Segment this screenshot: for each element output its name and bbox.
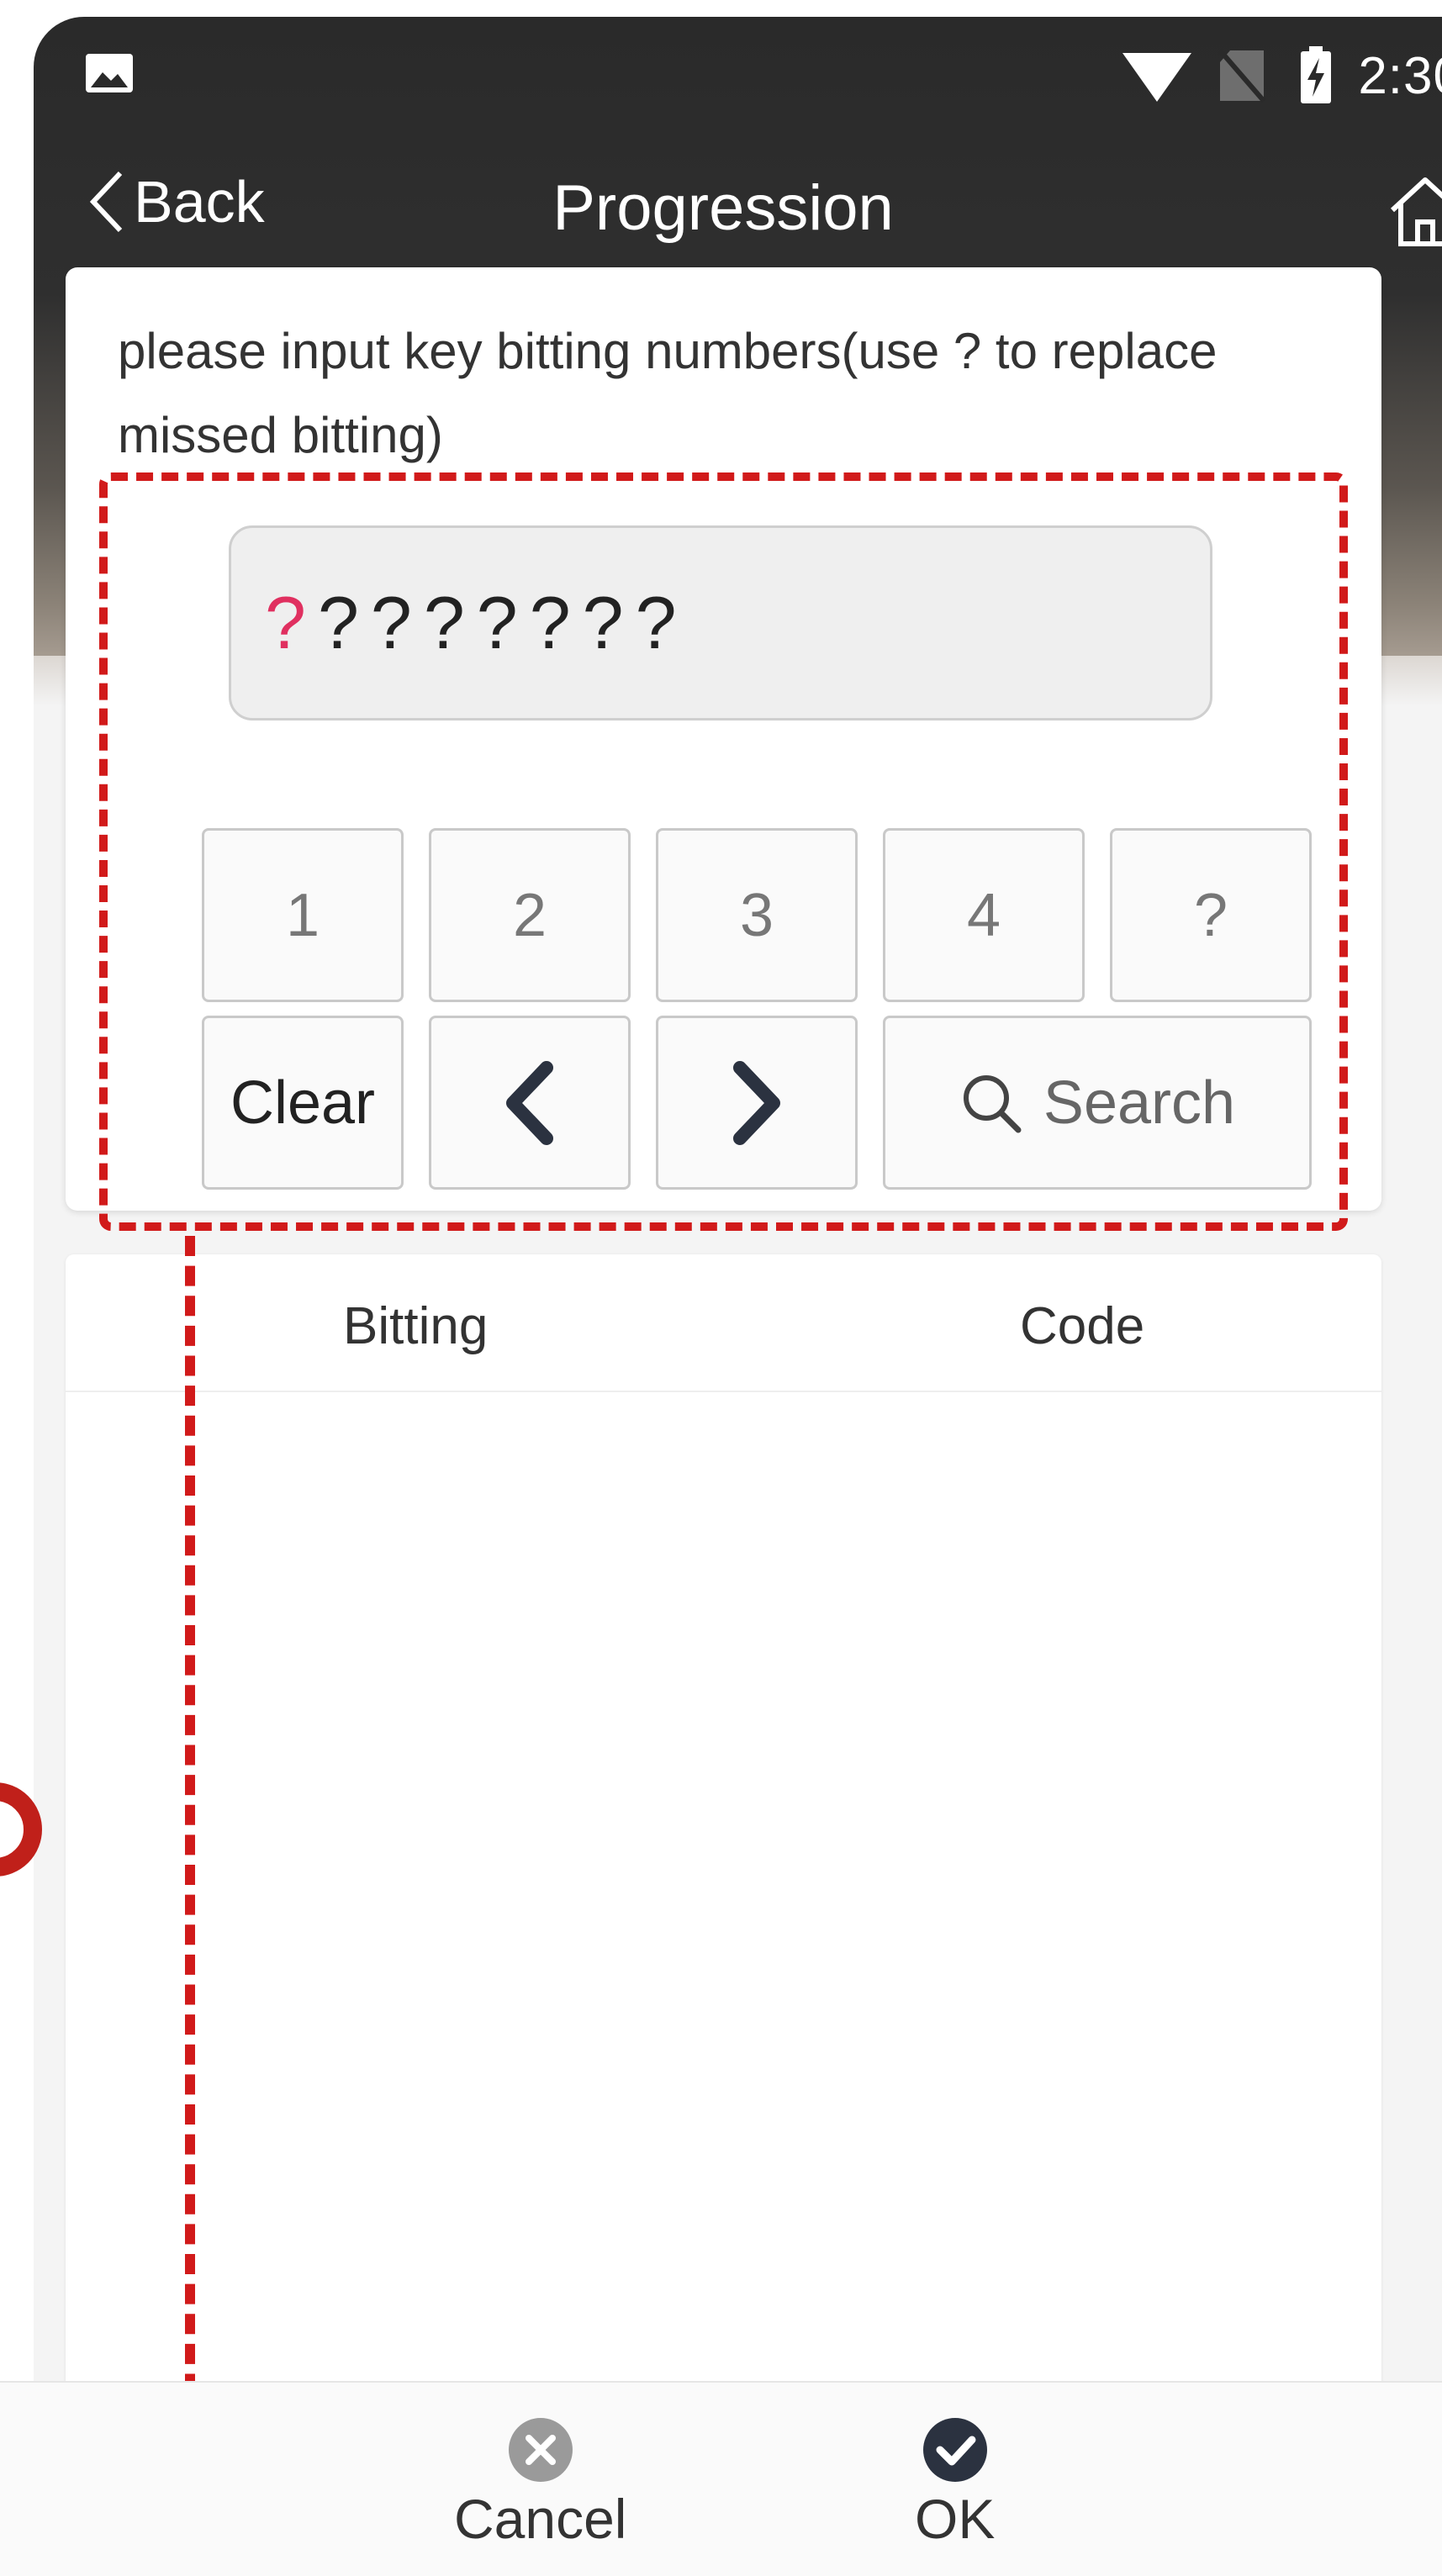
annotation-connector-vertical	[185, 1236, 195, 2514]
home-icon[interactable]	[1387, 173, 1442, 249]
no-sim-icon	[1218, 49, 1266, 103]
annotation-highlight-box	[99, 472, 1348, 1231]
cancel-button[interactable]: Cancel	[454, 2416, 626, 2551]
instruction-text: please input key bitting numbers(use ? t…	[118, 323, 1218, 463]
bottom-action-bar: Cancel OK	[0, 2381, 1442, 2576]
column-header-bitting: Bitting	[343, 1297, 489, 1355]
check-icon	[922, 2418, 987, 2482]
battery-charging-icon	[1301, 46, 1332, 103]
status-time: 2:30	[1358, 46, 1442, 105]
table-header-divider	[66, 1391, 1381, 1392]
status-bar: 2:30	[34, 17, 1442, 126]
wifi-icon	[1122, 53, 1192, 102]
ok-button[interactable]: OK	[915, 2416, 995, 2551]
status-icons: 2:30	[1121, 42, 1442, 109]
cancel-label: Cancel	[454, 2488, 627, 2550]
results-table: Bitting Code	[66, 1254, 1381, 2398]
ok-label: OK	[915, 2488, 996, 2550]
page-title: Progression	[552, 172, 894, 244]
cancel-icon	[508, 2418, 573, 2482]
column-header-code: Code	[1020, 1297, 1145, 1355]
image-icon	[86, 54, 133, 92]
